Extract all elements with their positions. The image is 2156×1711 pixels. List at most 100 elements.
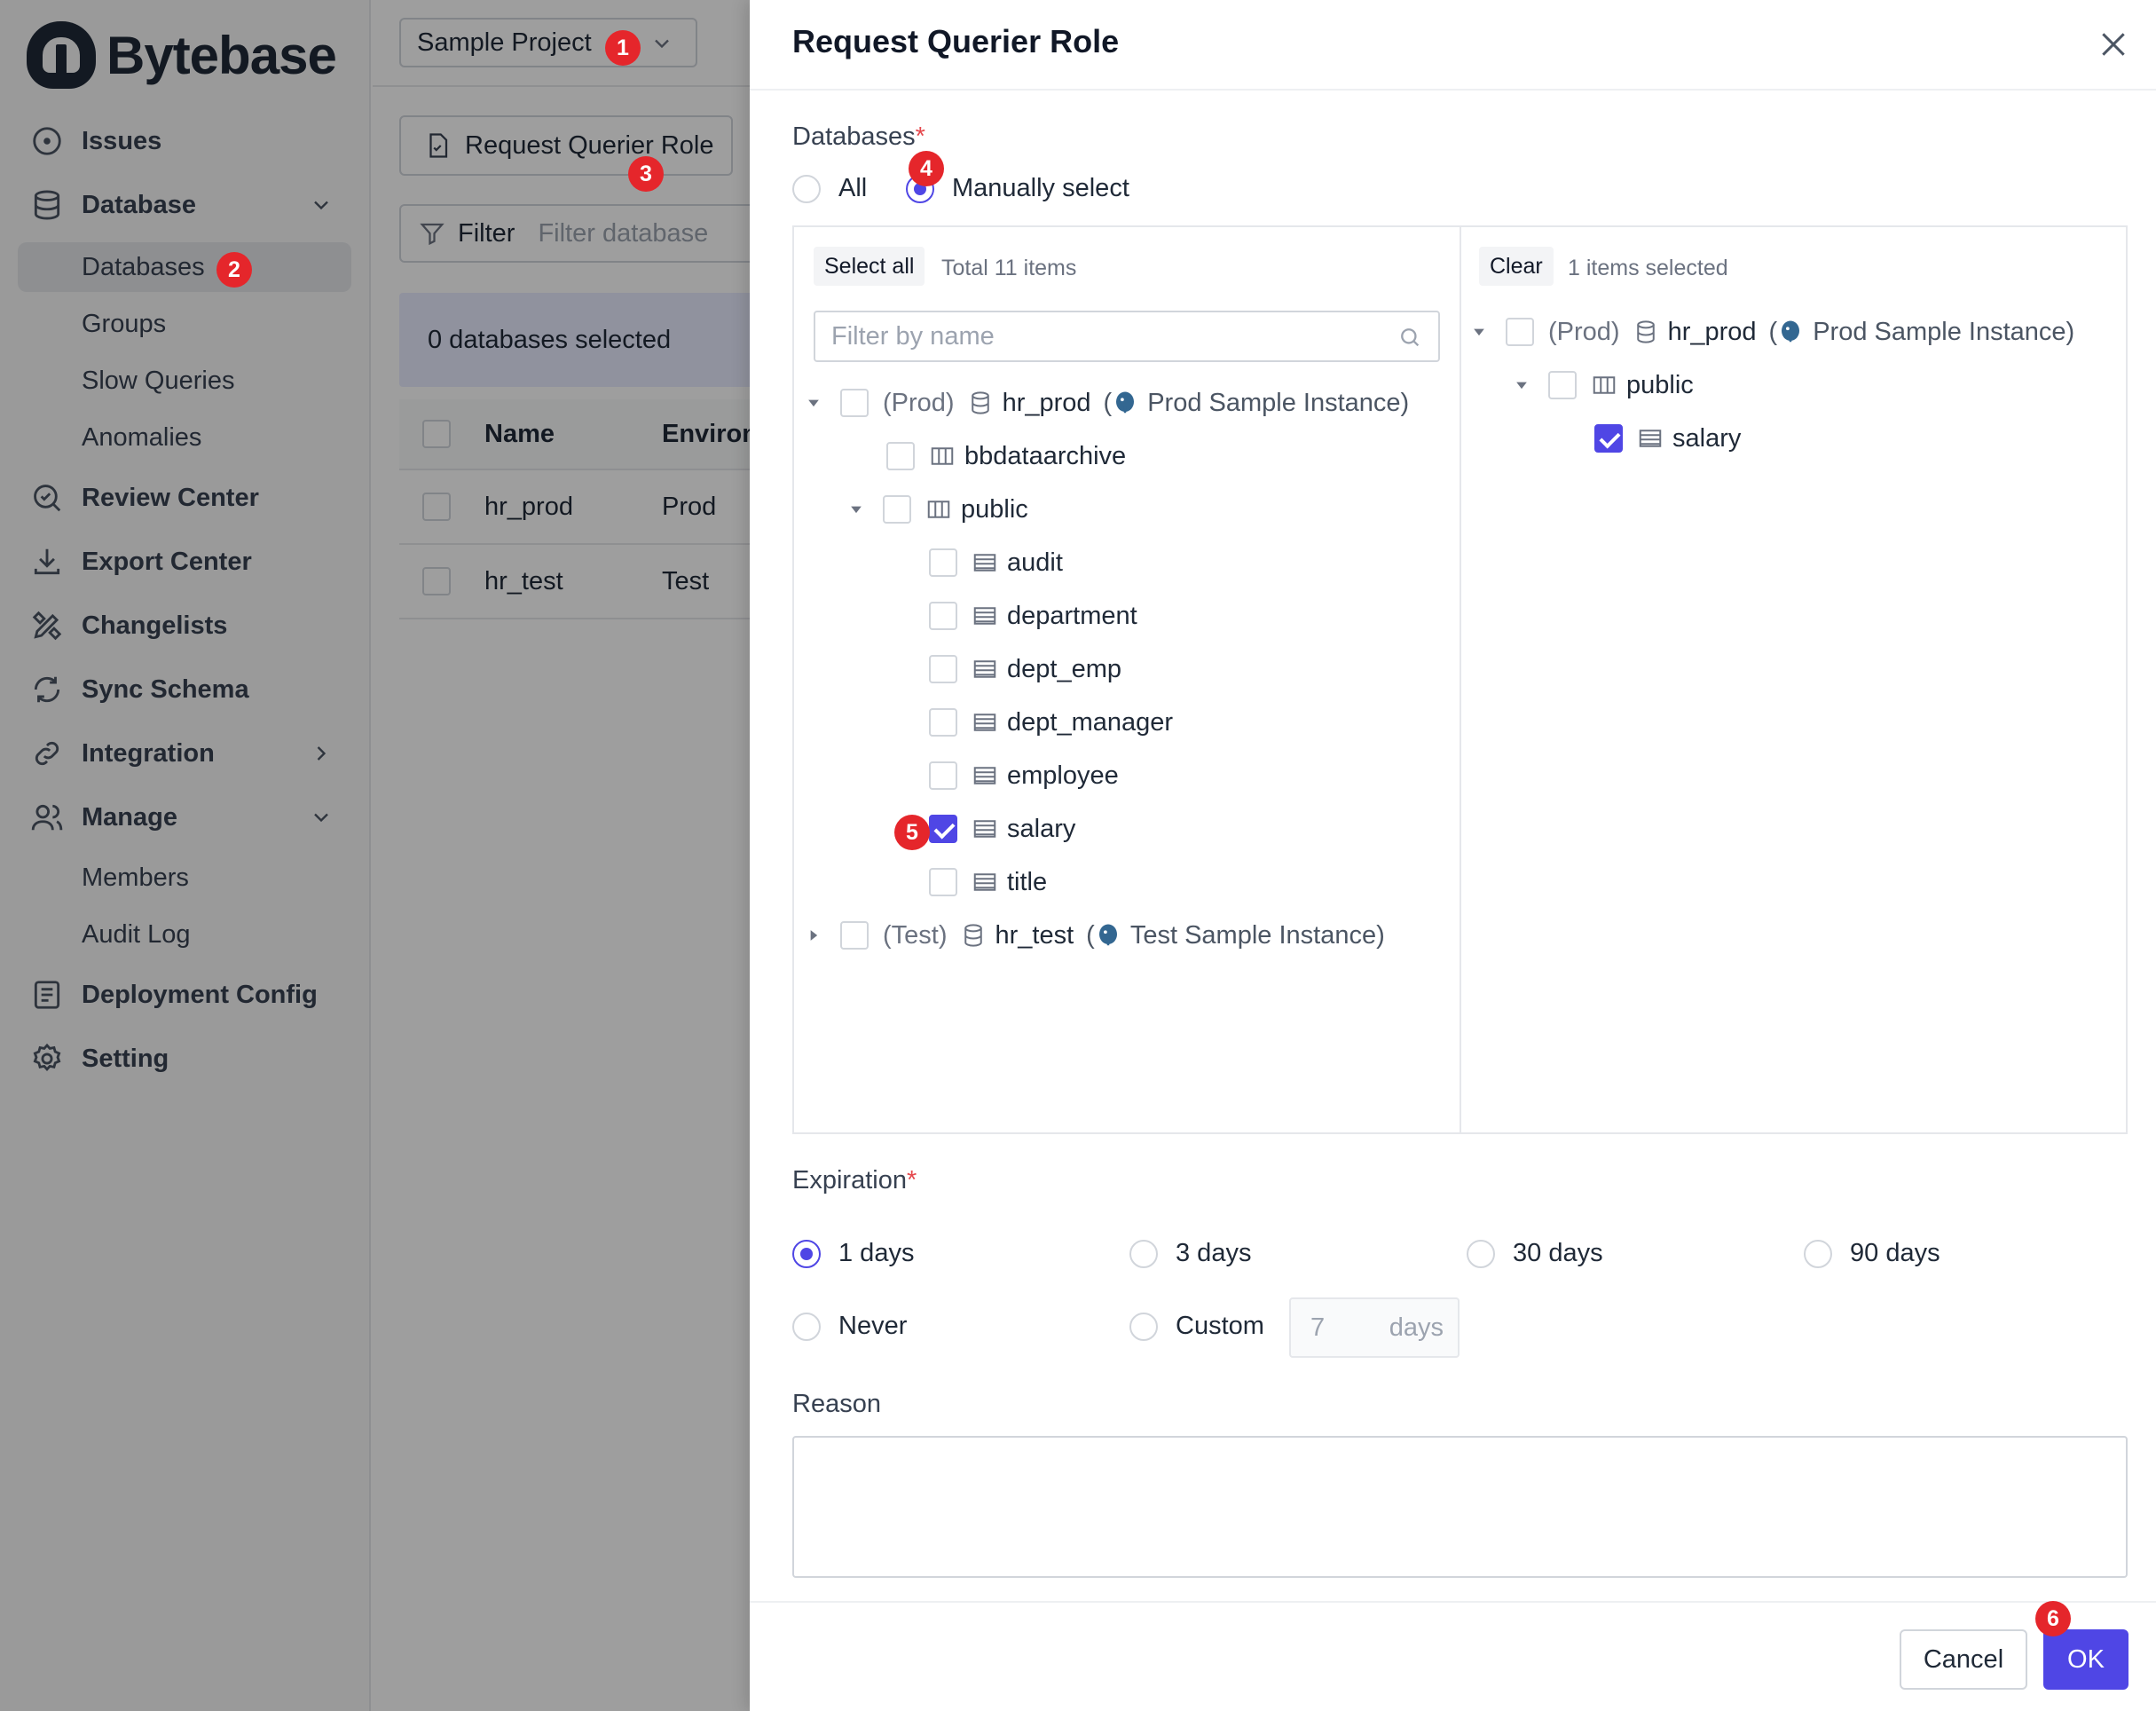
ok-button[interactable]: OK bbox=[2043, 1629, 2128, 1690]
expiration-radio-90-days[interactable]: 90 days bbox=[1804, 1239, 1940, 1268]
filter-by-name-input[interactable]: Filter by name bbox=[814, 311, 1440, 362]
cancel-button[interactable]: Cancel bbox=[1900, 1629, 2027, 1690]
expiration-label: Expiration* bbox=[792, 1166, 917, 1195]
table-icon bbox=[973, 660, 996, 678]
custom-days-input[interactable]: 7 days bbox=[1289, 1297, 1460, 1358]
step-badge-6: 6 bbox=[2035, 1601, 2071, 1636]
total-items: Total 11 items bbox=[941, 256, 1077, 280]
tree-checkbox[interactable] bbox=[1548, 371, 1577, 399]
expiration-radio-never[interactable]: Never bbox=[792, 1312, 907, 1341]
caret-down-icon[interactable] bbox=[1470, 323, 1488, 341]
environment-label: (Prod) bbox=[883, 388, 955, 417]
expiration-radio-custom[interactable]: Custom bbox=[1129, 1312, 1264, 1341]
request-querier-role-drawer: Request Querier Role Databases* All Manu… bbox=[750, 0, 2156, 1711]
tree-checkbox[interactable] bbox=[929, 868, 957, 896]
expiration-radio-1-days[interactable]: 1 days bbox=[792, 1239, 914, 1268]
table-name: department bbox=[1007, 601, 1137, 630]
selected-node-public[interactable]: public bbox=[1513, 366, 1694, 405]
radio-dot bbox=[1467, 1239, 1495, 1268]
tree-node-public[interactable]: public bbox=[847, 490, 1028, 529]
radio-label: All bbox=[838, 174, 868, 202]
tree-checkbox[interactable] bbox=[1506, 318, 1534, 346]
caret-down-icon[interactable] bbox=[847, 501, 865, 518]
modal-overlay[interactable] bbox=[0, 0, 750, 1711]
radio-dot bbox=[1804, 1239, 1832, 1268]
tree-checkbox[interactable] bbox=[840, 921, 869, 950]
clear-button[interactable]: Clear bbox=[1479, 247, 1554, 286]
drawer-footer-divider bbox=[750, 1601, 2156, 1603]
postgres-icon bbox=[1116, 391, 1135, 414]
search-icon bbox=[1401, 328, 1420, 347]
tree-checkbox[interactable] bbox=[883, 495, 911, 524]
required-mark: * bbox=[906, 1166, 917, 1195]
radio-dot bbox=[792, 174, 821, 203]
tree-node-bbdataarchive[interactable]: bbdataarchive bbox=[886, 437, 1126, 476]
table-icon bbox=[973, 554, 996, 572]
select-all-button[interactable]: Select all bbox=[814, 247, 925, 286]
tree-node-title[interactable]: title bbox=[929, 863, 1047, 902]
expiration-radio-30-days[interactable]: 30 days bbox=[1467, 1239, 1603, 1268]
tree-checkbox[interactable] bbox=[929, 655, 957, 683]
selected-node-salary[interactable]: salary bbox=[1594, 419, 1741, 458]
tree-node-dept-manager[interactable]: dept_manager bbox=[929, 703, 1173, 742]
tree-node-employee[interactable]: employee bbox=[929, 756, 1119, 795]
expiration-radio-3-days[interactable]: 3 days bbox=[1129, 1239, 1251, 1268]
transfer-divider bbox=[1460, 227, 1461, 1132]
radio-label: 3 days bbox=[1176, 1239, 1252, 1267]
caret-down-icon[interactable] bbox=[1513, 376, 1530, 394]
tree-node-department[interactable]: department bbox=[929, 596, 1137, 635]
table-name: salary bbox=[1672, 423, 1742, 453]
tree-checkbox[interactable] bbox=[886, 442, 915, 470]
table-icon bbox=[973, 714, 996, 731]
schema-icon bbox=[1593, 376, 1616, 394]
custom-days-placeholder: 7 bbox=[1310, 1313, 1326, 1342]
tree-node-dept-emp[interactable]: dept_emp bbox=[929, 650, 1121, 689]
database-icon bbox=[964, 924, 982, 947]
environment-label: (Test) bbox=[883, 920, 948, 950]
schema-icon bbox=[927, 501, 950, 518]
caret-right-icon[interactable] bbox=[805, 926, 822, 944]
database-name: hr_prod bbox=[1667, 317, 1757, 346]
tree-checkbox-checked[interactable] bbox=[929, 815, 957, 843]
selected-node-hr-prod[interactable]: (Prod) hr_prod ( Prod Sample Instance ) bbox=[1470, 312, 2074, 351]
tree-node-hr-prod[interactable]: (Prod) hr_prod ( Prod Sample Instance ) bbox=[805, 383, 1409, 422]
schema-name: public bbox=[1626, 370, 1694, 399]
table-name: title bbox=[1007, 867, 1048, 896]
scope-radio-all[interactable]: All bbox=[792, 174, 867, 203]
table-name: salary bbox=[1007, 814, 1076, 843]
schema-name: public bbox=[961, 494, 1028, 524]
tree-node-audit[interactable]: audit bbox=[929, 543, 1063, 582]
tree-checkbox[interactable] bbox=[929, 602, 957, 630]
step-badge-5: 5 bbox=[894, 815, 930, 850]
databases-label: Databases* bbox=[792, 122, 925, 152]
instance-open-paren: ( bbox=[1768, 317, 1778, 346]
table-name: dept_manager bbox=[1007, 707, 1174, 737]
database-icon bbox=[1636, 320, 1655, 343]
database-name: hr_prod bbox=[1002, 388, 1091, 417]
instance-close-paren: ) bbox=[2066, 317, 2075, 346]
radio-label: 30 days bbox=[1513, 1239, 1603, 1267]
radio-label: 90 days bbox=[1850, 1239, 1940, 1267]
tree-checkbox[interactable] bbox=[929, 548, 957, 577]
filter-by-name-placeholder: Filter by name bbox=[831, 321, 995, 351]
tree-node-hr-test[interactable]: (Test) hr_test ( Test Sample Instance ) bbox=[805, 916, 1385, 955]
table-icon bbox=[973, 873, 996, 891]
close-icon[interactable] bbox=[2096, 27, 2131, 62]
tree-checkbox-checked[interactable] bbox=[1594, 424, 1623, 453]
radio-dot bbox=[1129, 1312, 1158, 1341]
table-name: employee bbox=[1007, 761, 1119, 790]
table-icon bbox=[1639, 430, 1662, 447]
schema-name: bbdataarchive bbox=[964, 441, 1127, 470]
instance-close-paren: ) bbox=[1376, 920, 1385, 950]
radio-label: 1 days bbox=[838, 1239, 915, 1267]
tree-checkbox[interactable] bbox=[929, 761, 957, 790]
reason-textarea[interactable] bbox=[792, 1436, 2128, 1578]
radio-dot bbox=[1129, 1239, 1158, 1268]
caret-down-icon[interactable] bbox=[805, 394, 822, 412]
tree-checkbox[interactable] bbox=[840, 389, 869, 417]
postgres-icon bbox=[1782, 320, 1800, 343]
tree-node-salary[interactable]: salary bbox=[929, 809, 1075, 848]
table-icon bbox=[973, 607, 996, 625]
table-name: audit bbox=[1007, 548, 1063, 577]
tree-checkbox[interactable] bbox=[929, 708, 957, 737]
